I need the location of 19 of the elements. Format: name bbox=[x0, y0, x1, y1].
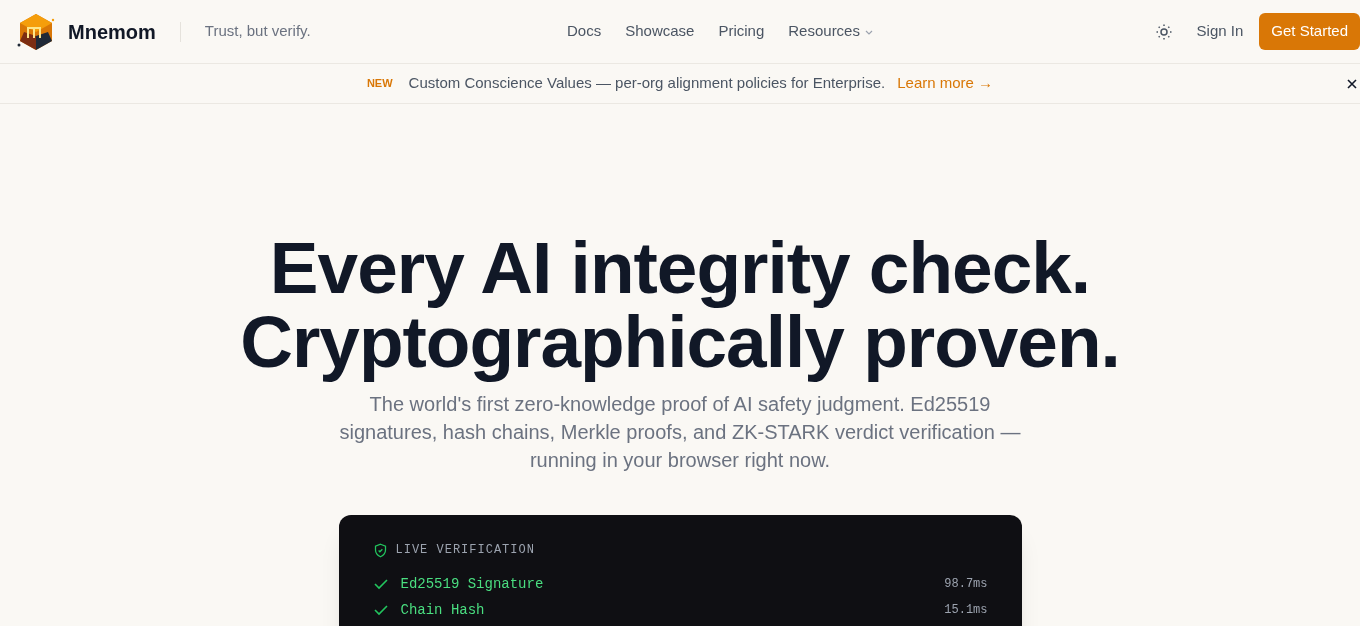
sun-icon[interactable] bbox=[1154, 22, 1173, 41]
tagline: Trust, but verify. bbox=[204, 21, 311, 42]
check-name: Ed25519 Signature bbox=[400, 574, 544, 594]
shield-check-icon bbox=[372, 542, 388, 558]
check-name: Chain Hash bbox=[400, 600, 485, 620]
announcement-text: Custom Conscience Values — per-org alignment policies for Enterprise. bbox=[408, 73, 886, 94]
nav-link[interactable]: Showcase bbox=[625, 20, 695, 43]
brand-name[interactable]: Mnemom bbox=[68, 16, 156, 47]
hero-subtitle: The world's first zero-knowledge proof of AI safety judgment. Ed25519 signatures, hash chains, Merkle proofs, and ZK-STARK verdict verification — running in your browser right now. bbox=[338, 392, 1022, 473]
check-time: 15.1ms bbox=[944, 602, 988, 619]
nav-link[interactable]: Pricing bbox=[718, 20, 765, 43]
close-icon[interactable] bbox=[1346, 77, 1358, 90]
verification-title: LIVE VERIFICATION bbox=[395, 542, 535, 559]
sign-in-link[interactable]: Sign In bbox=[1196, 20, 1244, 43]
nav-link[interactable]: Resources bbox=[788, 20, 874, 43]
logo-icon bbox=[16, 11, 56, 52]
nav-link[interactable]: Docs bbox=[567, 20, 602, 43]
new-label: NEW bbox=[366, 76, 393, 92]
check-time: 98.7ms bbox=[944, 576, 988, 593]
